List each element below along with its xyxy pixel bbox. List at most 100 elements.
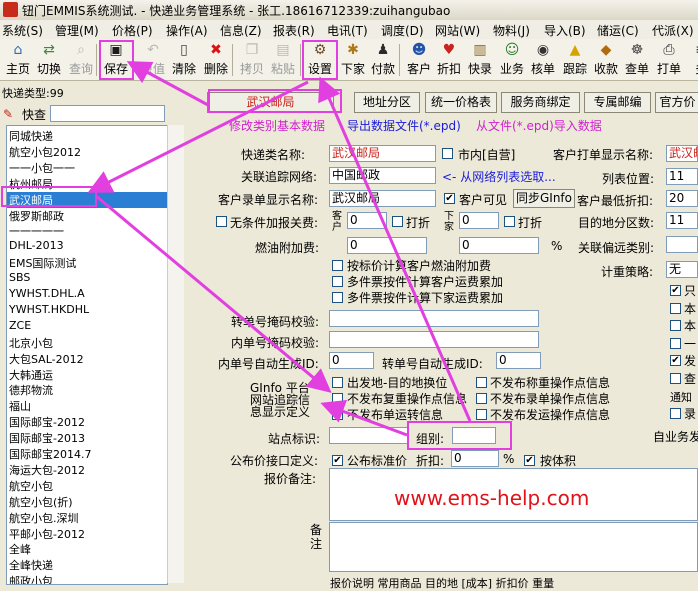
- public-std-checkbox[interactable]: ✔: [332, 455, 343, 466]
- toolbar-button-switch[interactable]: ⇄切换: [34, 41, 64, 78]
- side-option-checkbox[interactable]: ✔: [670, 285, 681, 296]
- o5-checkbox[interactable]: [332, 409, 343, 420]
- toolbar-button-print[interactable]: ⎙打单: [654, 41, 684, 78]
- list-item[interactable]: 航空小包(折): [9, 494, 73, 510]
- export-link[interactable]: 导出数据文件(*.epd): [347, 117, 461, 134]
- display-name-input[interactable]: 武汉邮局: [329, 190, 436, 207]
- list-item[interactable]: EMS国际测试: [9, 255, 76, 271]
- menu-item-4[interactable]: 信息(Z): [220, 22, 262, 39]
- city-checkbox[interactable]: [442, 148, 453, 159]
- list-item[interactable]: 国际邮宝2014.7: [9, 446, 92, 462]
- menu-item-9[interactable]: 物料(J): [493, 22, 530, 39]
- menu-item-7[interactable]: 调度(D): [381, 22, 424, 39]
- extra-fee-downstream-input[interactable]: 0: [459, 212, 499, 229]
- sync-ginfo-button[interactable]: 同步GInfo: [513, 189, 575, 208]
- list-item[interactable]: 航空小包.深圳: [9, 510, 79, 526]
- discount2-input[interactable]: 0: [451, 450, 499, 467]
- side-option-checkbox[interactable]: [670, 373, 681, 384]
- list-item[interactable]: 一一一一一: [9, 223, 64, 239]
- toolbar-button-business[interactable]: ☺业务: [497, 41, 527, 78]
- list-item[interactable]: 平邮小包-2012: [9, 526, 85, 542]
- min-discount-input[interactable]: 20: [666, 190, 698, 207]
- list-scrollbar[interactable]: [167, 125, 184, 583]
- toolbar-button-customer[interactable]: ☻客户: [404, 41, 434, 78]
- toolbar-button-home[interactable]: ⌂主页: [3, 41, 33, 78]
- menu-item-0[interactable]: 系统(S): [2, 22, 43, 39]
- opt-multi-customer-checkbox[interactable]: [332, 276, 343, 287]
- toolbar-button-query[interactable]: ⌕查询: [66, 41, 96, 78]
- print-name-input[interactable]: 武汉邮: [666, 145, 698, 162]
- side-option-checkbox[interactable]: [670, 320, 681, 331]
- list-item[interactable]: 大韩通运: [9, 367, 53, 383]
- note-textarea[interactable]: [329, 522, 698, 572]
- inner-mask-input[interactable]: [329, 331, 539, 348]
- opt-multi-downstream-checkbox[interactable]: [332, 292, 343, 303]
- track-network-input[interactable]: 中国邮政: [329, 167, 436, 184]
- volume-checkbox[interactable]: ✔: [524, 455, 535, 466]
- list-item[interactable]: 国际邮宝-2012: [9, 414, 85, 430]
- side-option-checkbox[interactable]: [670, 303, 681, 314]
- o3-checkbox[interactable]: [332, 393, 343, 404]
- quick-search-input[interactable]: [50, 105, 165, 122]
- zone-count-input[interactable]: 11: [666, 212, 698, 229]
- list-item[interactable]: YWHST.DHL.A: [9, 287, 85, 300]
- side-option-checkbox[interactable]: ✔: [670, 355, 681, 366]
- list-item[interactable]: 大包SAL-2012: [9, 351, 84, 367]
- visible-checkbox[interactable]: ✔: [444, 193, 455, 204]
- toolbar-button-search-order[interactable]: ☸查单: [622, 41, 652, 78]
- extra-fee-customer-input[interactable]: 0: [347, 212, 387, 229]
- o2-checkbox[interactable]: [476, 377, 487, 388]
- list-item[interactable]: SBS: [9, 271, 30, 284]
- auto-id-input[interactable]: 0: [329, 352, 374, 369]
- tab-unified-price[interactable]: 统一价格表: [425, 92, 497, 113]
- toolbar-button-delete[interactable]: ✖删除: [201, 41, 231, 78]
- list-item[interactable]: 福山: [9, 398, 31, 414]
- menu-item-1[interactable]: 管理(M): [55, 22, 99, 39]
- weight-policy-select[interactable]: 无: [666, 261, 698, 278]
- fuel-downstream-input[interactable]: 0: [459, 237, 539, 254]
- menu-item-3[interactable]: 操作(A): [166, 22, 208, 39]
- opt-fuel-checkbox[interactable]: [332, 260, 343, 271]
- toolbar-button-check-order[interactable]: ◉核单: [528, 41, 558, 78]
- list-item[interactable]: 俄罗斯邮政: [9, 208, 64, 224]
- list-item[interactable]: ZCE: [9, 319, 31, 332]
- list-item[interactable]: 北京小包: [9, 335, 53, 351]
- modify-basic-link[interactable]: 修改类别基本数据: [229, 117, 325, 134]
- side-option-checkbox[interactable]: [670, 338, 681, 349]
- o6-checkbox[interactable]: [476, 409, 487, 420]
- toolbar-button-restore[interactable]: ↶原值: [138, 41, 168, 78]
- type-name-input[interactable]: 武汉邮局: [329, 145, 436, 162]
- station-input[interactable]: [329, 427, 409, 444]
- toolbar-button-discount[interactable]: ♥折扣: [434, 41, 464, 78]
- list-item[interactable]: 全峰: [9, 541, 31, 557]
- list-item[interactable]: 航空小包2012: [9, 144, 81, 160]
- toolbar-button-clear[interactable]: ▯清除: [169, 41, 199, 78]
- list-item[interactable]: 海运大包-2012: [9, 462, 85, 478]
- tab-exclusive-zip[interactable]: 专属邮编: [584, 92, 651, 113]
- menu-item-8[interactable]: 网站(W): [435, 22, 480, 39]
- fuel-customer-input[interactable]: 0: [347, 237, 427, 254]
- extra-discount-checkbox-1[interactable]: [392, 216, 403, 227]
- remote-category-select[interactable]: [666, 236, 698, 253]
- waybill-mask-input[interactable]: [329, 310, 539, 327]
- list-item[interactable]: YWHST.HKDHL: [9, 303, 89, 316]
- list-item[interactable]: 邮政小包: [9, 573, 53, 585]
- toolbar-button-quick-entry[interactable]: ▥快录: [465, 41, 495, 78]
- menu-item-10[interactable]: 导入(B): [544, 22, 586, 39]
- tab-provider-binding[interactable]: 服务商绑定: [501, 92, 580, 113]
- list-item[interactable]: DHL-2013: [9, 239, 64, 252]
- tab-official-price[interactable]: 官方价: [655, 92, 698, 113]
- list-item[interactable]: 德邦物流: [9, 382, 53, 398]
- list-item[interactable]: 国际邮宝-2013: [9, 430, 85, 446]
- menu-item-11[interactable]: 储运(C): [597, 22, 639, 39]
- tab-address-zone[interactable]: 地址分区: [354, 92, 420, 113]
- extra-discount-checkbox-2[interactable]: [504, 216, 515, 227]
- toolbar-button-tracking[interactable]: ▲跟踪: [560, 41, 590, 78]
- toolbar-button-payment[interactable]: ♟付款: [368, 41, 398, 78]
- o4-checkbox[interactable]: [476, 393, 487, 404]
- o1-checkbox[interactable]: [332, 377, 343, 388]
- toolbar-button-downstream[interactable]: ✱下家: [338, 41, 368, 78]
- menu-item-6[interactable]: 电讯(T): [327, 22, 368, 39]
- record-checkbox[interactable]: [670, 408, 681, 419]
- toolbar-button-more[interactable]: ≡多: [686, 41, 698, 78]
